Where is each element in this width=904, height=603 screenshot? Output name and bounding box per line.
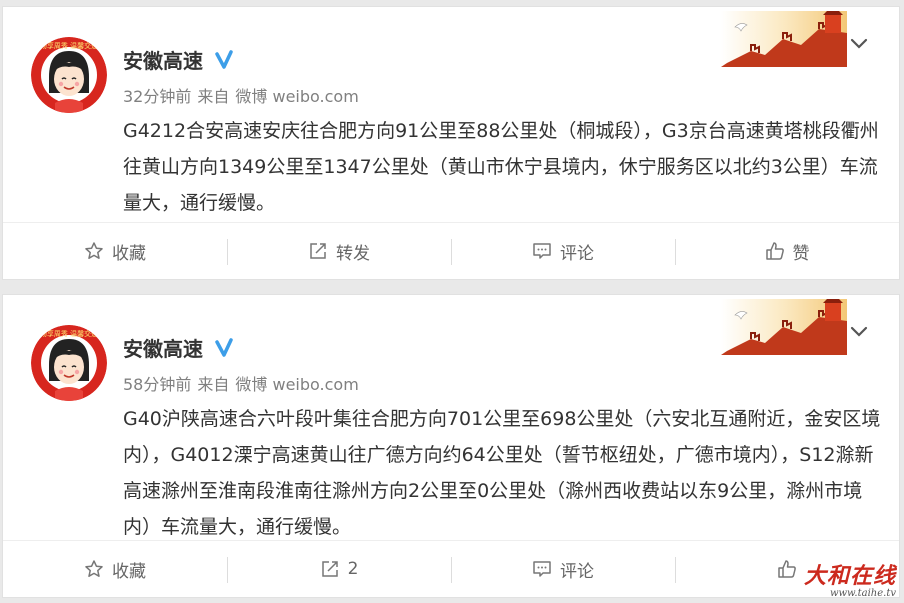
- thumbs-up-icon: [765, 242, 784, 260]
- post-source[interactable]: 微博 weibo.com: [235, 83, 358, 107]
- verified-badge-icon: [215, 49, 233, 69]
- action-bar: 收藏 2 评论: [3, 540, 899, 597]
- post-text: G40沪陕高速合六叶段叶集往合肥方向701公里至698公里处（六安北互通附近，金…: [123, 408, 881, 538]
- comment-icon: [533, 243, 551, 259]
- repost-button[interactable]: 2: [227, 541, 451, 597]
- comment-button[interactable]: 评论: [451, 223, 675, 279]
- taihe-watermark-logo: 大和在线 www.taihe.tv: [804, 565, 896, 599]
- great-wall-banner-icon: [721, 299, 847, 355]
- post-meta: 32分钟前 来自 微博 weibo.com: [123, 83, 359, 107]
- watermark-title: 大和在线: [803, 563, 896, 589]
- chevron-down-icon[interactable]: [849, 321, 869, 341]
- comment-label: 评论: [560, 243, 594, 264]
- repost-label: 转发: [336, 243, 370, 264]
- author-name[interactable]: 安徽高速: [123, 45, 235, 74]
- chevron-down-icon[interactable]: [849, 33, 869, 53]
- source-prefix: 来自: [197, 87, 230, 106]
- favorite-button[interactable]: 收藏: [3, 541, 227, 597]
- author-name-label[interactable]: 安徽高速: [123, 45, 203, 74]
- post-text: G4212合安高速安庆往合肥方向91公里至88公里处（桐城段），G3京台高速黄塔…: [123, 120, 879, 214]
- share-icon: [321, 561, 338, 577]
- author-name[interactable]: 安徽高速: [123, 333, 235, 362]
- thumbs-up-icon: [778, 560, 796, 578]
- post-time[interactable]: 58分钟前: [123, 371, 191, 395]
- weibo-post-card: 畅享周秀 温馨交通 安徽高速 32分钟前 来自 微博 weibo.com G42…: [2, 6, 900, 280]
- like-label: 赞: [792, 243, 810, 264]
- source-prefix: 来自: [197, 375, 230, 394]
- watermark-url: www.taihe.tv: [829, 588, 896, 599]
- action-bar: 收藏 转发 评论 赞: [3, 222, 899, 279]
- favorite-button[interactable]: 收藏: [3, 223, 227, 279]
- post-source[interactable]: 微博 weibo.com: [235, 371, 358, 395]
- comment-label: 评论: [560, 561, 594, 582]
- avatar[interactable]: 畅享周秀 温馨交通: [31, 325, 107, 401]
- favorite-label: 收藏: [112, 561, 146, 582]
- avatar-text: 畅享周秀 温馨交通: [40, 329, 98, 338]
- share-icon: [310, 243, 326, 259]
- like-button[interactable]: 赞: [675, 223, 899, 279]
- repost-button[interactable]: 转发: [227, 223, 451, 279]
- verified-badge-icon: [215, 337, 233, 357]
- weibo-post-card: 畅享周秀 温馨交通 安徽高速 58分钟前 来自 微博 weibo.com G40…: [2, 294, 900, 598]
- great-wall-banner-icon: [721, 11, 847, 67]
- post-time[interactable]: 32分钟前: [123, 83, 191, 107]
- avatar-text: 畅享周秀 温馨交通: [40, 41, 98, 50]
- star-icon: [85, 242, 103, 259]
- repost-count: 2: [347, 559, 359, 579]
- comment-icon: [533, 561, 551, 577]
- author-name-label[interactable]: 安徽高速: [123, 333, 203, 362]
- favorite-label: 收藏: [112, 243, 146, 264]
- star-icon: [85, 560, 103, 577]
- comment-button[interactable]: 评论: [451, 541, 675, 597]
- post-meta: 58分钟前 来自 微博 weibo.com: [123, 371, 359, 395]
- avatar[interactable]: 畅享周秀 温馨交通: [31, 37, 107, 113]
